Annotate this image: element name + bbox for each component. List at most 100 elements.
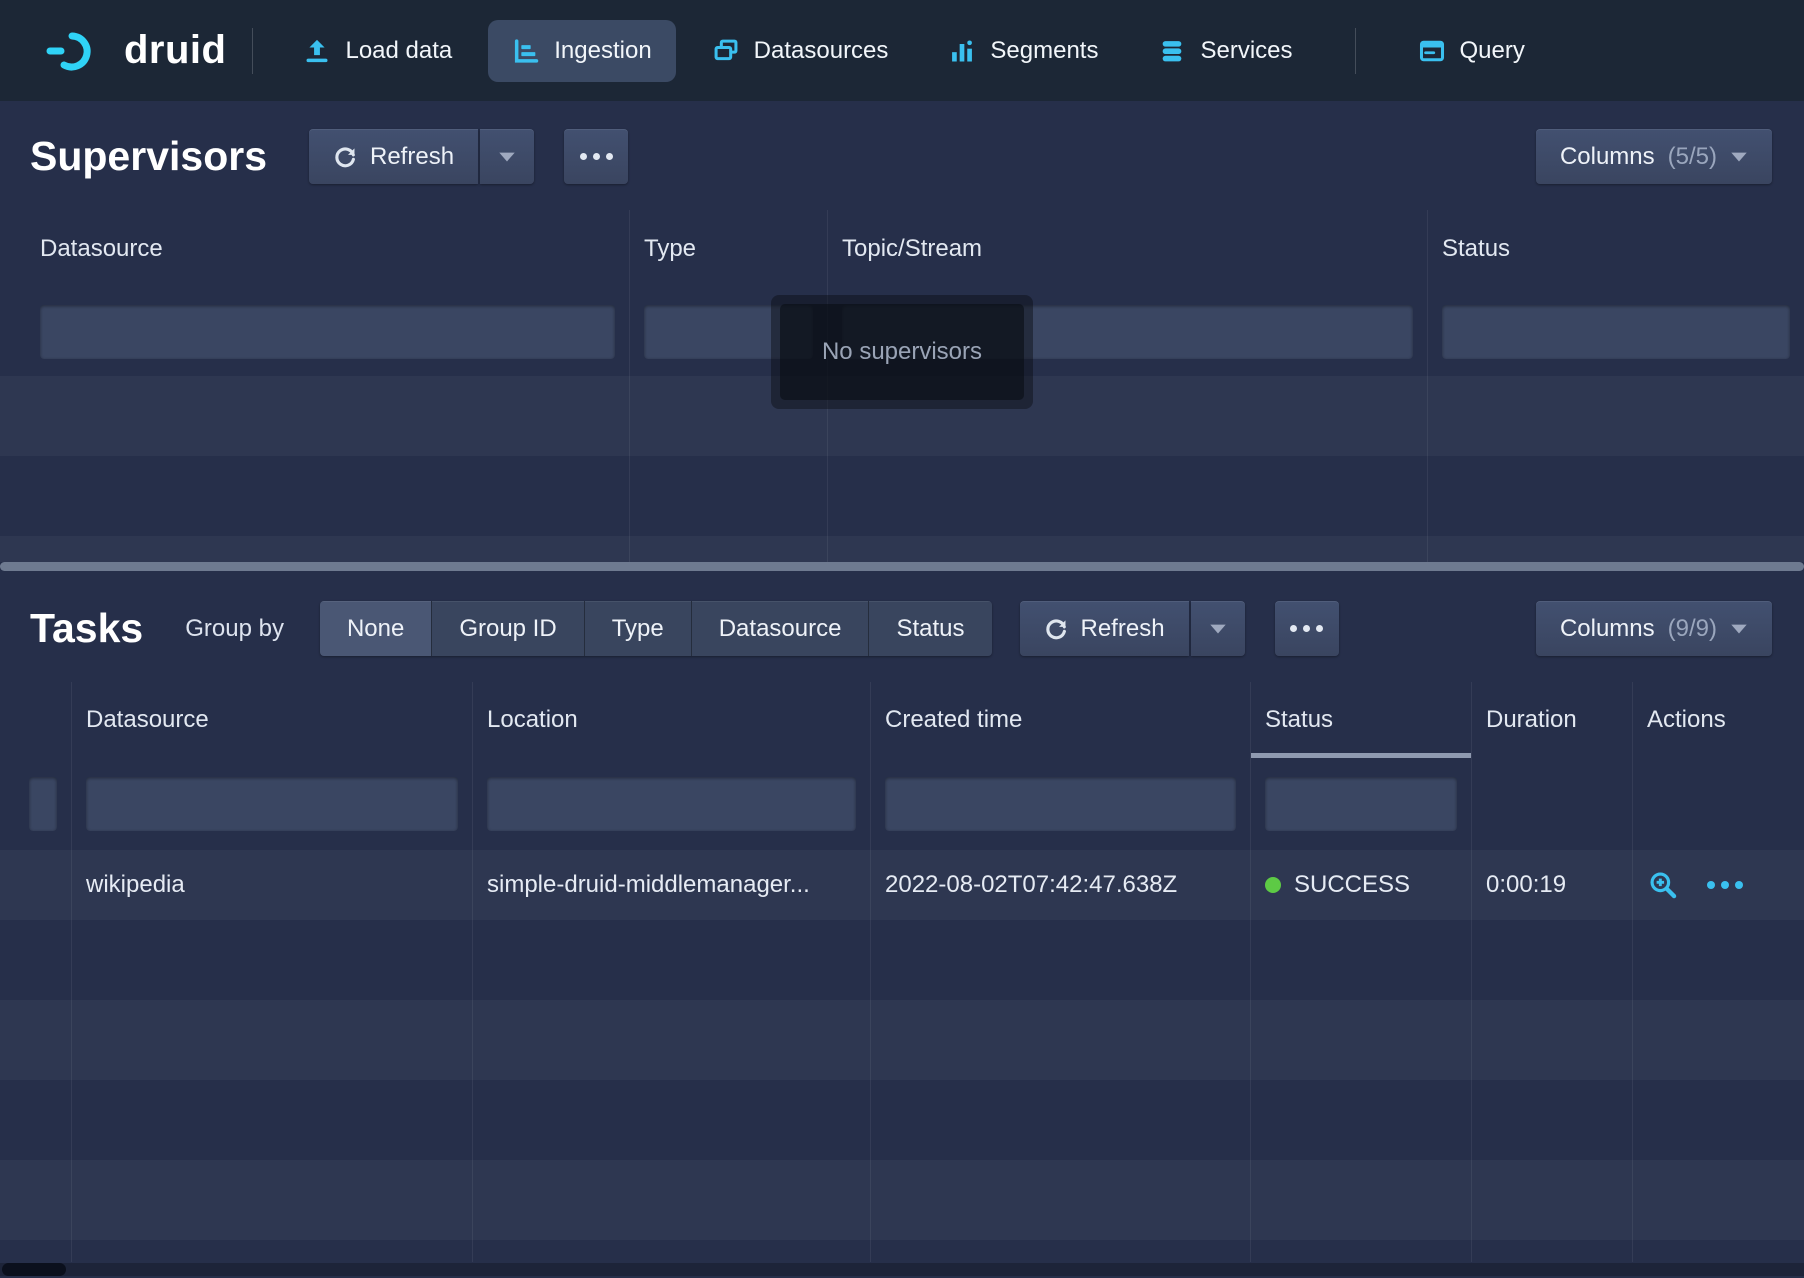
- supervisors-title: Supervisors: [30, 136, 267, 177]
- success-status-dot: [1265, 877, 1281, 893]
- nav-label: Services: [1200, 37, 1292, 65]
- supervisors-refresh-button[interactable]: Refresh: [309, 129, 478, 184]
- page-horizontal-scrollbar[interactable]: [0, 1263, 1804, 1276]
- columns-count: (9/9): [1668, 615, 1717, 643]
- top-nav-bar: druid Load data Ingestion Datasources Se: [0, 0, 1804, 101]
- upload-icon: [303, 37, 331, 65]
- nav-label: Datasources: [754, 37, 889, 65]
- nav-label: Load data: [345, 37, 452, 65]
- table-row: [0, 536, 1804, 562]
- nav-divider: [252, 28, 253, 74]
- nav-ingestion[interactable]: Ingestion: [488, 20, 675, 82]
- column-header-topic-stream[interactable]: Topic/Stream: [828, 210, 1428, 288]
- ingestion-icon: [512, 37, 540, 65]
- group-by-group-id-button[interactable]: Group ID: [431, 601, 583, 656]
- tasks-section: Tasks Group by None Group ID Type Dataso…: [0, 571, 1804, 1262]
- services-icon: [1158, 37, 1186, 65]
- column-header-blank[interactable]: [0, 682, 72, 758]
- group-by-datasource-button[interactable]: Datasource: [691, 601, 869, 656]
- column-header-type[interactable]: Type: [630, 210, 828, 288]
- table-row: [0, 1080, 1804, 1160]
- column-header-datasource[interactable]: Datasource: [0, 210, 630, 288]
- group-by-none-button[interactable]: None: [320, 601, 431, 656]
- table-row: [0, 1000, 1804, 1080]
- column-header-actions[interactable]: Actions: [1633, 682, 1804, 758]
- supervisors-filter-datasource-input[interactable]: [40, 305, 615, 359]
- refresh-icon: [1044, 617, 1068, 641]
- tasks-refresh-group: Refresh: [1020, 601, 1245, 656]
- tasks-title: Tasks: [30, 608, 143, 649]
- task-created-time-cell: 2022-08-02T07:42:47.638Z: [871, 850, 1251, 920]
- task-actions-cell: [1633, 850, 1804, 920]
- refresh-label: Refresh: [370, 143, 454, 171]
- group-by-label: Group by: [185, 615, 284, 643]
- chevron-down-icon: [498, 151, 516, 162]
- task-datasource-cell: wikipedia: [72, 850, 473, 920]
- column-header-location[interactable]: Location: [473, 682, 871, 758]
- tasks-filter-partial-input[interactable]: [29, 777, 57, 831]
- column-header-created-time[interactable]: Created time: [871, 682, 1251, 758]
- tasks-filter-location-input[interactable]: [487, 777, 856, 831]
- table-row: [0, 1240, 1804, 1262]
- group-by-status-button[interactable]: Status: [868, 601, 991, 656]
- tasks-filter-status-input[interactable]: [1265, 777, 1457, 831]
- table-row: [0, 920, 1804, 1000]
- nav-datasources[interactable]: Datasources: [688, 20, 913, 82]
- column-header-status[interactable]: Status: [1428, 210, 1804, 288]
- column-header-duration[interactable]: Duration: [1472, 682, 1633, 758]
- task-duration-cell: 0:00:19: [1472, 850, 1633, 920]
- scrollbar-thumb[interactable]: [2, 1263, 66, 1276]
- supervisors-columns-button[interactable]: Columns (5/5): [1536, 129, 1772, 184]
- refresh-icon: [333, 145, 357, 169]
- columns-count: (5/5): [1668, 143, 1717, 171]
- refresh-label: Refresh: [1081, 615, 1165, 643]
- task-location-cell: simple-druid-middlemanager...: [473, 850, 871, 920]
- row-more-icon[interactable]: [1707, 881, 1743, 889]
- nav-label: Ingestion: [554, 37, 651, 65]
- task-status-text: SUCCESS: [1294, 871, 1410, 899]
- supervisors-more-button[interactable]: [564, 129, 628, 184]
- column-header-datasource[interactable]: Datasource: [72, 682, 473, 758]
- tasks-columns-button[interactable]: Columns (9/9): [1536, 601, 1772, 656]
- task-status-cell: SUCCESS: [1251, 850, 1472, 920]
- supervisors-refresh-dropdown-button[interactable]: [480, 129, 534, 184]
- query-icon: [1418, 37, 1446, 65]
- zoom-in-icon[interactable]: [1647, 869, 1679, 901]
- nav-services[interactable]: Services: [1134, 20, 1316, 82]
- nav-query[interactable]: Query: [1394, 20, 1549, 82]
- supervisors-section: Supervisors Refresh Columns (5/5): [0, 101, 1804, 571]
- column-header-status-sorted[interactable]: Status: [1251, 682, 1472, 758]
- table-row: [0, 1160, 1804, 1240]
- no-supervisors-popover: No supervisors: [771, 295, 1033, 409]
- table-row: [0, 456, 1804, 536]
- tasks-filter-created-time-input[interactable]: [885, 777, 1236, 831]
- brand-text: druid: [124, 28, 226, 73]
- datasources-icon: [712, 37, 740, 65]
- druid-logo[interactable]: druid: [44, 28, 226, 74]
- supervisors-filter-status-input[interactable]: [1442, 305, 1790, 359]
- nav-segments[interactable]: Segments: [924, 20, 1122, 82]
- more-icon: [1290, 625, 1323, 632]
- no-supervisors-message: No supervisors: [780, 304, 1024, 400]
- tasks-refresh-dropdown-button[interactable]: [1191, 601, 1245, 656]
- tasks-filter-row: [0, 758, 1804, 850]
- tasks-table: Datasource Location Created time Status …: [0, 682, 1804, 1262]
- nav-label: Query: [1460, 37, 1525, 65]
- tasks-toolbar: Tasks Group by None Group ID Type Dataso…: [0, 571, 1804, 682]
- task-row-wikipedia[interactable]: wikipedia simple-druid-middlemanager... …: [0, 850, 1804, 920]
- columns-label: Columns: [1560, 143, 1655, 171]
- tasks-more-button[interactable]: [1275, 601, 1339, 656]
- chevron-down-icon: [1730, 151, 1748, 162]
- chevron-down-icon: [1730, 623, 1748, 634]
- group-by-button-group: None Group ID Type Datasource Status: [320, 601, 992, 656]
- main-nav: Load data Ingestion Datasources Segments…: [279, 20, 1548, 82]
- chevron-down-icon: [1209, 623, 1227, 634]
- tasks-filter-datasource-input[interactable]: [86, 777, 458, 831]
- nav-load-data[interactable]: Load data: [279, 20, 476, 82]
- segments-icon: [948, 37, 976, 65]
- tasks-refresh-button[interactable]: Refresh: [1020, 601, 1189, 656]
- supervisors-table-header: Datasource Type Topic/Stream Status: [0, 210, 1804, 288]
- group-by-type-button[interactable]: Type: [584, 601, 691, 656]
- supervisors-horizontal-scrollbar[interactable]: [0, 562, 1804, 571]
- columns-label: Columns: [1560, 615, 1655, 643]
